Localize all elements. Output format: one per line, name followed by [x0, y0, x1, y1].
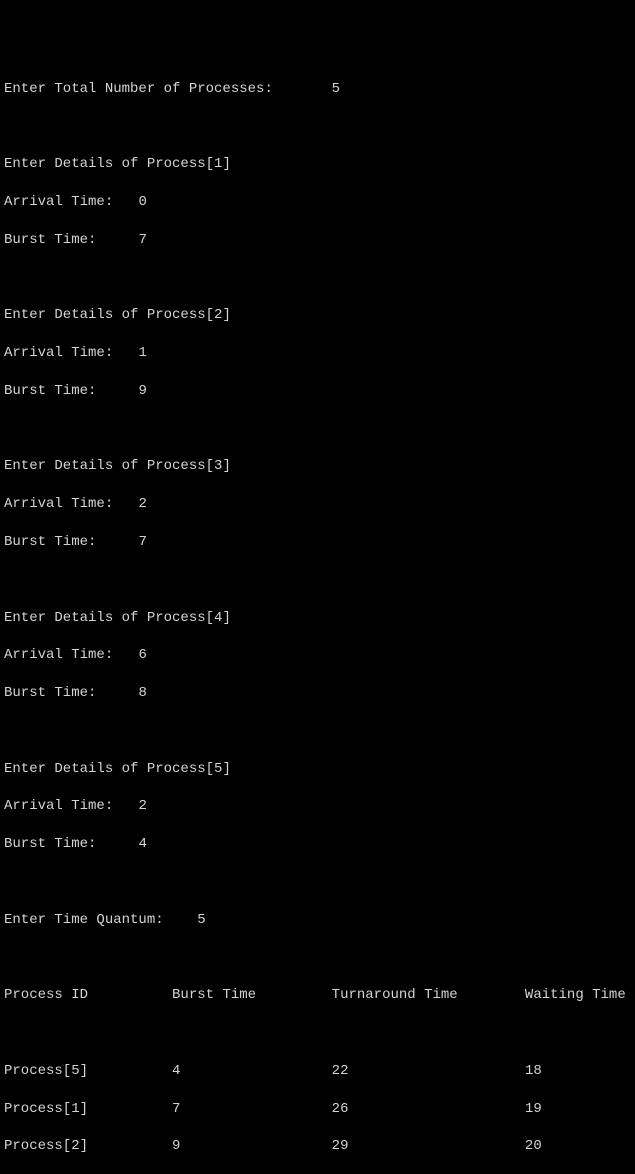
detail-header-4: Enter Details of Process[4] — [4, 609, 631, 628]
arrival-3: Arrival Time: 2 — [4, 495, 631, 514]
table-row: Process[2] 9 29 20 — [4, 1137, 631, 1156]
burst-5: Burst Time: 4 — [4, 835, 631, 854]
burst-3: Burst Time: 7 — [4, 533, 631, 552]
detail-header-2: Enter Details of Process[2] — [4, 306, 631, 325]
detail-header-5: Enter Details of Process[5] — [4, 760, 631, 779]
blank — [4, 873, 631, 892]
detail-header-3: Enter Details of Process[3] — [4, 457, 631, 476]
table-row: Process[5] 4 22 18 — [4, 1062, 631, 1081]
arrival-1: Arrival Time: 0 — [4, 193, 631, 212]
burst-2: Burst Time: 9 — [4, 382, 631, 401]
burst-1: Burst Time: 7 — [4, 231, 631, 250]
table-header: Process ID Burst Time Turnaround Time Wa… — [4, 986, 631, 1005]
arrival-2: Arrival Time: 1 — [4, 344, 631, 363]
table-row: Process[1] 7 26 19 — [4, 1100, 631, 1119]
quantum-line: Enter Time Quantum: 5 — [4, 911, 631, 930]
blank — [4, 1024, 631, 1043]
burst-4: Burst Time: 8 — [4, 684, 631, 703]
arrival-4: Arrival Time: 6 — [4, 646, 631, 665]
blank — [4, 949, 631, 968]
blank — [4, 117, 631, 136]
total-processes-line: Enter Total Number of Processes: 5 — [4, 80, 631, 99]
total-label: Enter Total Number of Processes: — [4, 81, 273, 97]
total-value: 5 — [332, 81, 340, 97]
blank — [4, 268, 631, 287]
blank — [4, 420, 631, 439]
blank — [4, 722, 631, 741]
arrival-5: Arrival Time: 2 — [4, 797, 631, 816]
detail-header-1: Enter Details of Process[1] — [4, 155, 631, 174]
